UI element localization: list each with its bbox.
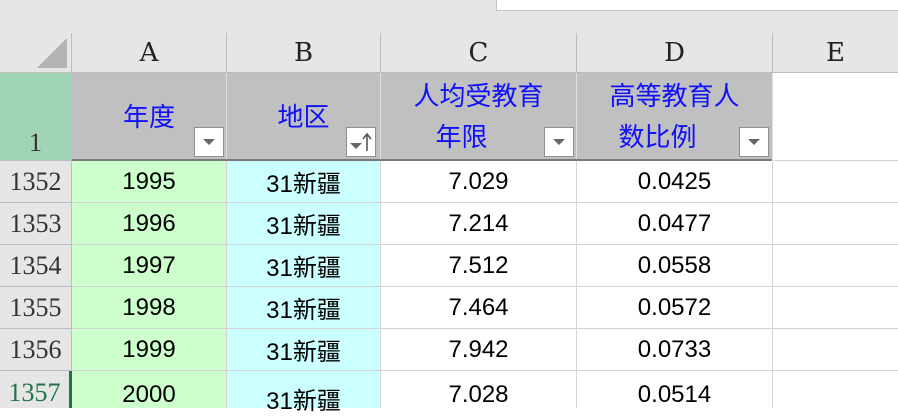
- row-header[interactable]: 1352: [0, 161, 72, 203]
- edu-years-cell[interactable]: 7.029: [381, 161, 577, 203]
- row-header[interactable]: 1353: [0, 203, 72, 245]
- year-cell[interactable]: 1999: [72, 329, 227, 371]
- empty-cell[interactable]: [773, 161, 898, 203]
- row-header-1[interactable]: 1: [0, 73, 72, 161]
- formula-bar-area: [0, 0, 898, 33]
- edu-years-cell[interactable]: 7.214: [381, 203, 577, 245]
- region-cell[interactable]: 31新疆: [227, 161, 381, 203]
- dropdown-arrow-icon: [553, 139, 565, 145]
- region-cell[interactable]: 31新疆: [227, 203, 381, 245]
- row-header[interactable]: 1355: [0, 287, 72, 329]
- column-header-d[interactable]: D: [577, 33, 773, 73]
- ratio-cell[interactable]: 0.0558: [577, 245, 773, 287]
- column-header-c[interactable]: C: [381, 33, 577, 73]
- header-ratio-line1: 高等教育人: [609, 82, 740, 112]
- ratio-cell[interactable]: 0.0514: [577, 371, 773, 408]
- year-cell[interactable]: 1995: [72, 161, 227, 203]
- ratio-cell[interactable]: 0.0733: [577, 329, 773, 371]
- select-all-button[interactable]: [0, 33, 72, 73]
- region-cell[interactable]: 31新疆: [227, 371, 381, 415]
- sort-filter-button[interactable]: [346, 127, 376, 157]
- header-edu-years-line1: 人均受教育: [413, 82, 544, 112]
- formula-input[interactable]: [496, 0, 898, 11]
- year-cell[interactable]: 1997: [72, 245, 227, 287]
- select-all-triangle-icon: [37, 38, 67, 68]
- edu-years-cell[interactable]: 7.512: [381, 245, 577, 287]
- empty-cell[interactable]: [773, 203, 898, 245]
- region-cell[interactable]: 31新疆: [227, 287, 381, 329]
- filter-dropdown-button[interactable]: [544, 127, 574, 157]
- header-cell-edu-years[interactable]: 人均受教育 年限: [381, 73, 577, 159]
- edu-years-cell[interactable]: 7.464: [381, 287, 577, 329]
- region-cell[interactable]: 31新疆: [227, 329, 381, 371]
- empty-cell[interactable]: [773, 287, 898, 329]
- column-header-e[interactable]: E: [773, 33, 898, 73]
- header-cell-year[interactable]: 年度: [72, 73, 227, 159]
- ratio-cell[interactable]: 0.0572: [577, 287, 773, 329]
- filter-dropdown-button[interactable]: [739, 127, 769, 157]
- dropdown-arrow-icon: [203, 139, 215, 145]
- row-header[interactable]: 1356: [0, 329, 72, 371]
- column-header-b[interactable]: B: [227, 33, 381, 73]
- empty-cell[interactable]: [773, 329, 898, 371]
- row-header-active[interactable]: 1357: [0, 371, 72, 408]
- year-cell[interactable]: 1998: [72, 287, 227, 329]
- edu-years-cell[interactable]: 7.942: [381, 329, 577, 371]
- header-cell-higher-edu-ratio[interactable]: 高等教育人 数比例: [577, 73, 773, 159]
- sort-ascending-icon: [350, 132, 372, 151]
- ratio-cell[interactable]: 0.0425: [577, 161, 773, 203]
- year-cell[interactable]: 1996: [72, 203, 227, 245]
- header-cell-region[interactable]: 地区: [227, 73, 381, 159]
- filter-dropdown-button[interactable]: [194, 127, 224, 157]
- column-header-a[interactable]: A: [72, 33, 227, 73]
- cell-e1[interactable]: [773, 73, 898, 161]
- empty-cell[interactable]: [773, 371, 898, 408]
- region-cell[interactable]: 31新疆: [227, 245, 381, 287]
- year-cell[interactable]: 2000: [72, 371, 227, 408]
- edu-years-cell[interactable]: 7.028: [381, 371, 577, 408]
- row-header[interactable]: 1354: [0, 245, 72, 287]
- empty-cell[interactable]: [773, 245, 898, 287]
- ratio-cell[interactable]: 0.0477: [577, 203, 773, 245]
- dropdown-arrow-icon: [748, 139, 760, 145]
